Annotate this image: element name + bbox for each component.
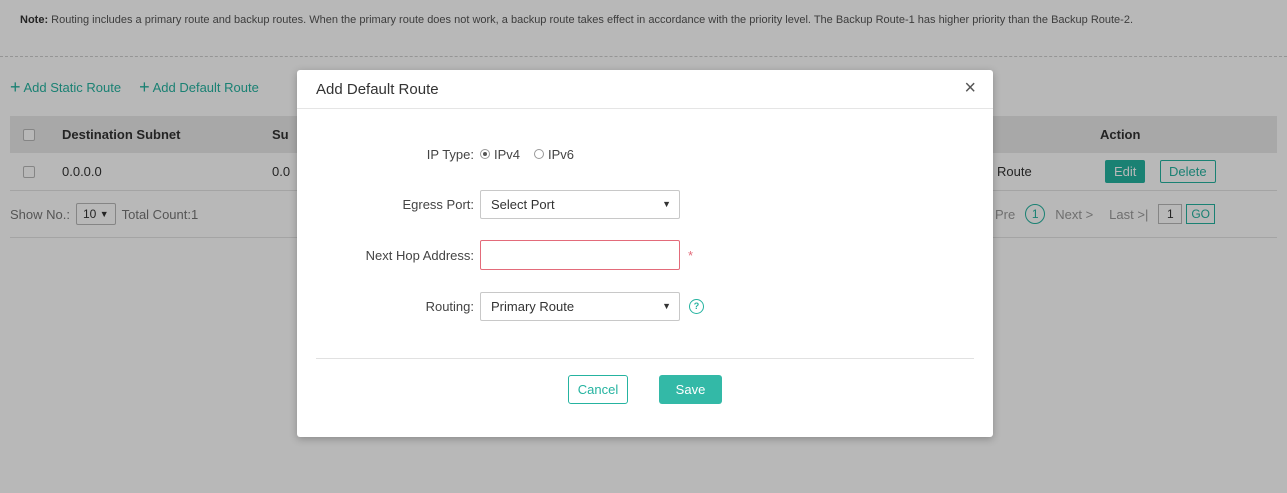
next-hop-row: Next Hop Address: * <box>297 239 993 271</box>
help-icon[interactable]: ? <box>689 298 704 314</box>
ip-type-label: IP Type: <box>426 146 474 162</box>
egress-port-label: Egress Port: <box>402 196 474 212</box>
egress-port-value: Select Port <box>491 196 555 212</box>
ipv4-label: IPv4 <box>494 146 521 162</box>
required-asterisk: * <box>688 247 694 263</box>
next-hop-label: Next Hop Address: <box>365 247 474 263</box>
ip-type-row: IP Type: IPv4 IPv6 <box>297 138 993 170</box>
dialog-divider <box>316 358 974 359</box>
egress-port-select[interactable]: Select Port ▼ <box>480 189 680 219</box>
close-icon[interactable]: × <box>964 78 976 98</box>
chevron-down-icon: ▼ <box>662 199 671 209</box>
dialog-header: Add Default Route × <box>297 70 993 109</box>
ipv6-label: IPv6 <box>548 146 575 162</box>
ipv6-radio[interactable]: IPv6 <box>534 147 574 162</box>
routing-row: Routing: Primary Route ▼ ? <box>297 290 993 322</box>
save-button[interactable]: Save <box>659 375 722 404</box>
dialog-title: Add Default Route <box>316 81 439 98</box>
chevron-down-icon: ▼ <box>662 301 671 311</box>
cancel-button[interactable]: Cancel <box>568 375 628 404</box>
routing-value: Primary Route <box>491 298 575 314</box>
routing-select[interactable]: Primary Route ▼ <box>480 291 680 321</box>
radio-unselected-icon <box>534 149 545 159</box>
add-default-route-dialog: Add Default Route × IP Type: IPv4 IPv6 E… <box>297 70 993 437</box>
next-hop-input[interactable] <box>480 240 680 270</box>
egress-port-row: Egress Port: Select Port ▼ <box>297 188 993 220</box>
ipv4-radio[interactable]: IPv4 <box>480 147 520 162</box>
routing-label: Routing: <box>425 298 474 314</box>
radio-selected-icon <box>480 149 490 159</box>
